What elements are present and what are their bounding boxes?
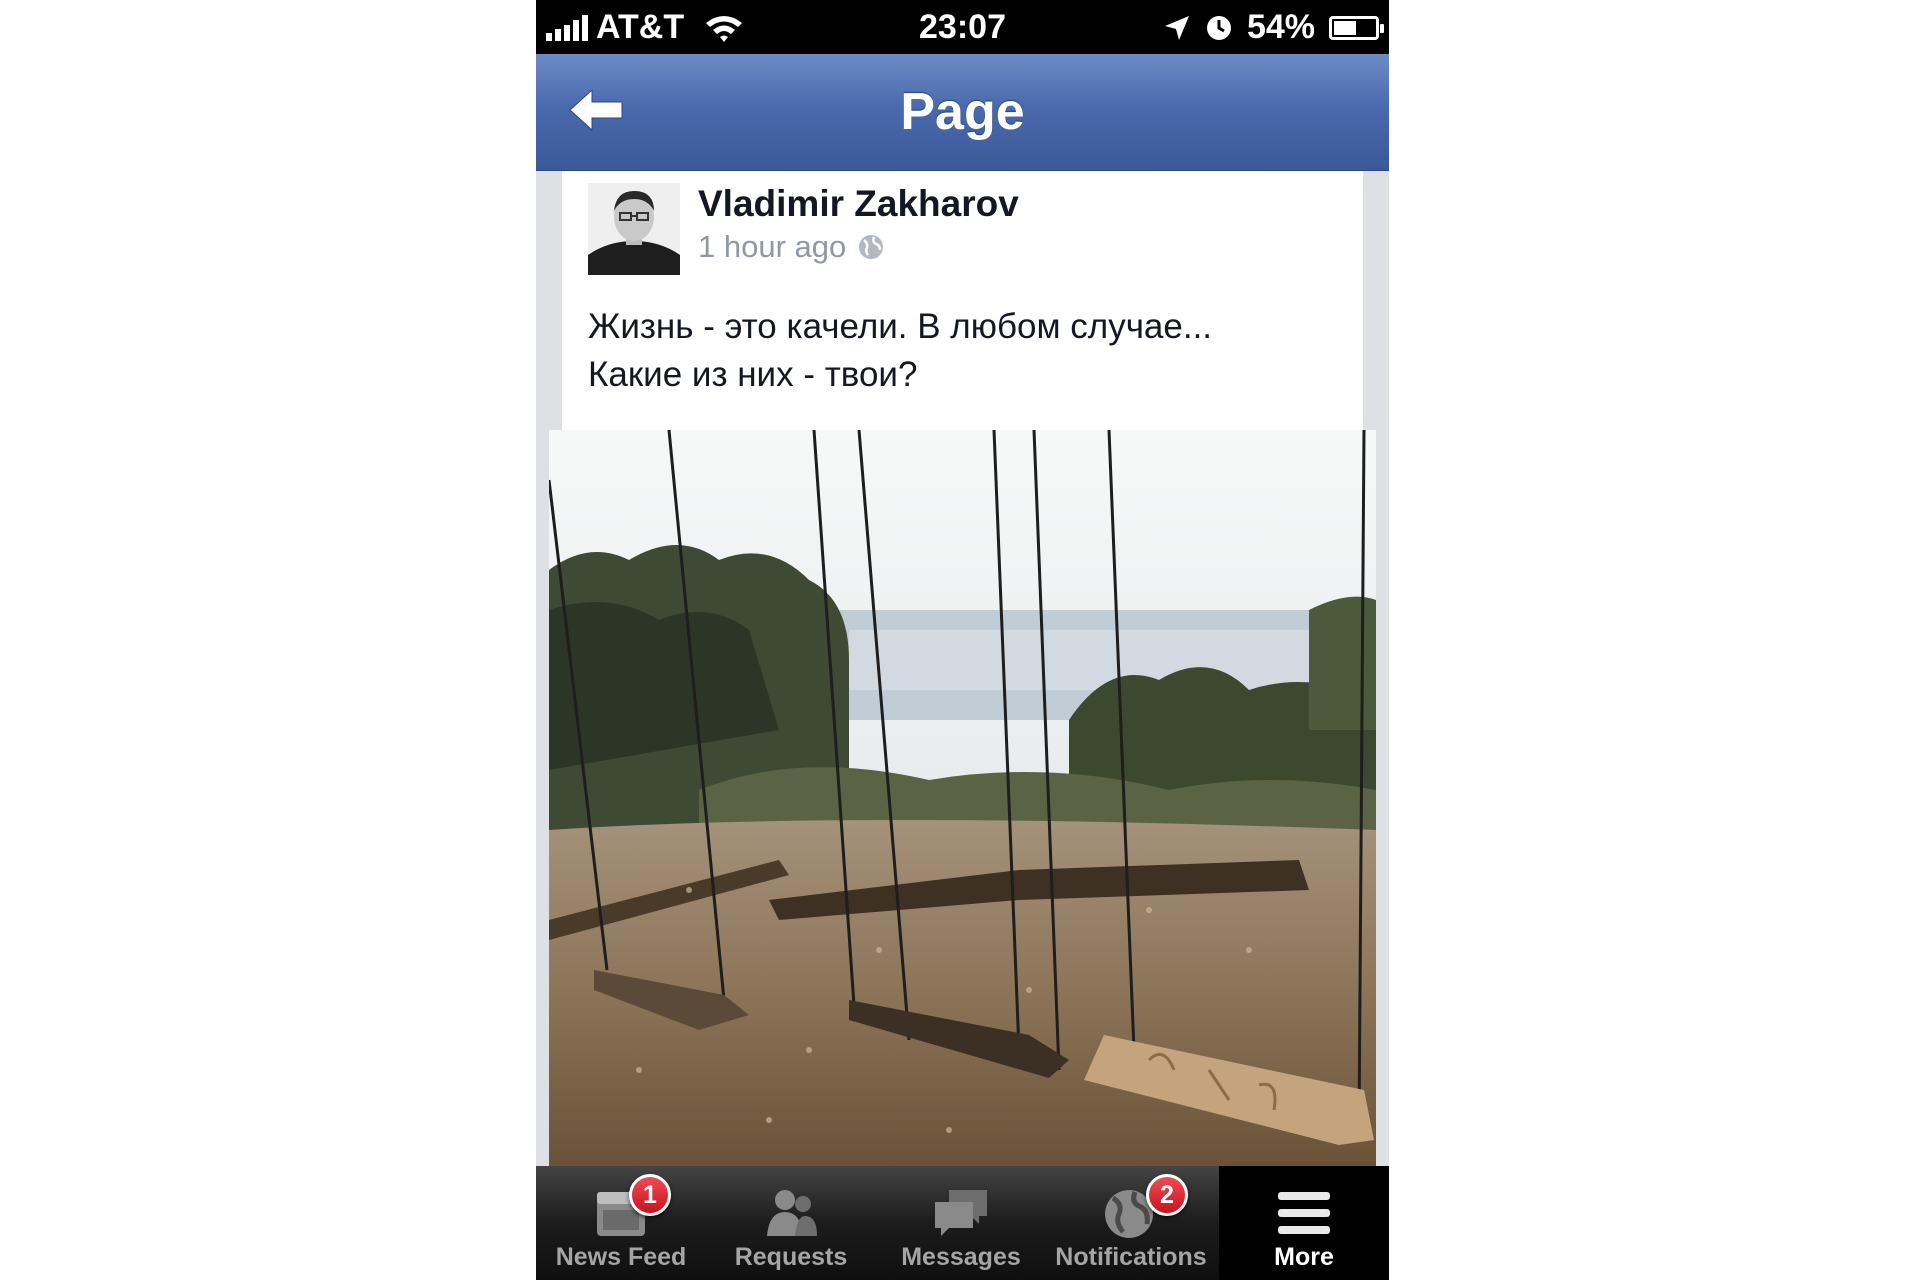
requests-icon [767, 1190, 817, 1236]
status-bar: AT&T 23:07 54% [536, 0, 1389, 54]
post-text-line-2: Какие из них - твои? [588, 355, 918, 394]
tab-more-label: More [1274, 1243, 1334, 1271]
alarm-clock-icon [1206, 15, 1231, 40]
swings-photo-image [549, 430, 1376, 1166]
tab-news-feed[interactable]: 1 News Feed [536, 1166, 706, 1280]
battery-level-fill [1334, 20, 1356, 35]
location-arrow-icon [1164, 15, 1189, 40]
battery-percent: 54% [1246, 8, 1315, 46]
tab-bar: 1 News Feed Requests Messages 2 Notifica… [536, 1166, 1389, 1280]
tab-notifications[interactable]: 2 Notifications [1046, 1166, 1216, 1280]
tab-messages[interactable]: Messages [876, 1166, 1046, 1280]
tab-requests-label: Requests [734, 1243, 848, 1271]
post-timestamp[interactable]: 1 hour ago [698, 229, 846, 265]
post-card: Vladimir Zakharov 1 hour ago Жизнь - это… [562, 171, 1363, 431]
public-globe-icon [859, 235, 884, 259]
news-feed-badge: 1 [629, 1174, 671, 1216]
tab-notifications-label: Notifications [1055, 1243, 1207, 1271]
messages-icon [935, 1190, 987, 1236]
navigation-bar: Page [536, 54, 1389, 171]
notifications-badge: 2 [1146, 1174, 1188, 1216]
phone-screen: AT&T 23:07 54% Page Vladimir Zakharov 1 … [536, 0, 1389, 1280]
tab-requests[interactable]: Requests [706, 1166, 876, 1280]
battery-icon [1329, 15, 1384, 40]
tab-news-feed-label: News Feed [555, 1243, 687, 1271]
page-title: Page [900, 83, 1025, 141]
tab-more[interactable]: More [1219, 1166, 1389, 1280]
avatar-portrait-icon [588, 183, 680, 275]
author-name[interactable]: Vladimir Zakharov [698, 183, 1019, 225]
post-photo[interactable] [549, 430, 1376, 1166]
post-text-line-1: Жизнь - это качели. В любом случае... [588, 307, 1213, 346]
post-text: Жизнь - это качели. В любом случае... Ка… [588, 303, 1328, 399]
tab-messages-label: Messages [901, 1243, 1021, 1271]
menu-icon [1278, 1192, 1330, 1234]
author-avatar[interactable] [588, 183, 680, 275]
post-meta: 1 hour ago [698, 229, 884, 265]
